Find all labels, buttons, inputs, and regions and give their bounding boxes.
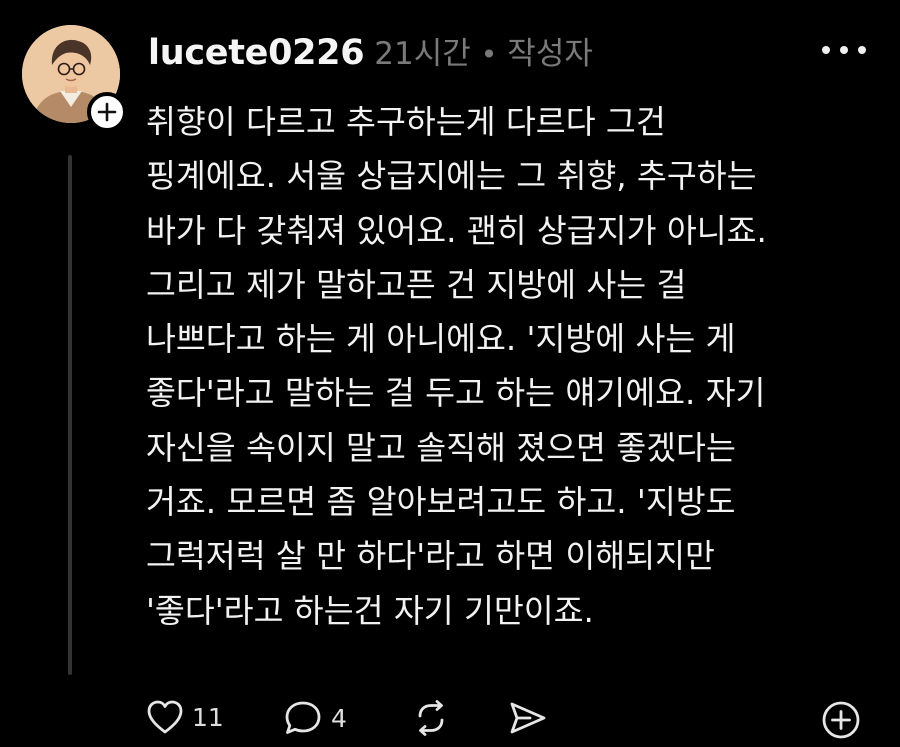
more-dot bbox=[822, 46, 830, 54]
share-button[interactable] bbox=[508, 699, 548, 737]
add-circle-icon bbox=[822, 701, 860, 739]
more-options-button[interactable] bbox=[822, 38, 866, 62]
post-line: 그리고 제가 말하고픈 건 지방에 사는 걸 bbox=[146, 265, 687, 304]
post-header: lucete0226 21시간 • 작성자 bbox=[148, 28, 593, 73]
comment-bubble-icon bbox=[285, 701, 321, 734]
post-line: '좋다'라고 하는건 자기 기만이죠. bbox=[146, 591, 594, 630]
post-line: 자신을 속이지 말고 솔직해 졌으면 좋겠다는 bbox=[146, 428, 736, 467]
post-line: 취향이 다르고 추구하는게 다르다 그건 bbox=[146, 103, 666, 141]
like-button[interactable]: 11 bbox=[146, 699, 224, 735]
more-dot bbox=[858, 46, 866, 54]
repost-icon bbox=[418, 700, 444, 736]
thread-line bbox=[68, 155, 72, 675]
send-icon bbox=[510, 702, 546, 734]
comment-count: 4 bbox=[331, 703, 347, 733]
username[interactable]: lucete0226 bbox=[148, 33, 365, 73]
post-time: 21시간 bbox=[374, 36, 471, 72]
add-button[interactable] bbox=[820, 699, 862, 741]
post-line: 그럭저럭 살 만 하다'라고 하면 이해되지만 bbox=[146, 537, 715, 576]
follow-button[interactable] bbox=[87, 92, 127, 132]
post-line: 바가 다 갖춰져 있어요. 괜히 상급지가 아니죠. bbox=[146, 211, 767, 250]
like-count: 11 bbox=[192, 702, 224, 732]
comment-button[interactable]: 4 bbox=[283, 699, 347, 737]
post-line: 좋다'라고 말하는 걸 두고 하는 얘기에요. 자기 bbox=[146, 374, 766, 413]
post-line: 핑계에요. 서울 상급지에는 그 취향, 추구하는 bbox=[146, 157, 757, 196]
post-line: 거죠. 모르면 좀 알아보려고도 하고. '지방도 bbox=[146, 483, 736, 522]
post-body: 취향이 다르고 추구하는게 다르다 그건 핑계에요. 서울 상급지에는 그 취향… bbox=[146, 95, 881, 638]
author-tag: 작성자 bbox=[507, 36, 593, 72]
plus-icon bbox=[97, 102, 117, 122]
heart-icon bbox=[147, 700, 183, 734]
meta-separator: • bbox=[480, 38, 498, 71]
repost-button[interactable] bbox=[412, 699, 450, 737]
post-line: 나쁘다고 하는 게 아니에요. '지방에 사는 게 bbox=[146, 320, 736, 359]
action-bar: 11 4 bbox=[0, 695, 900, 747]
more-dot bbox=[840, 46, 848, 54]
